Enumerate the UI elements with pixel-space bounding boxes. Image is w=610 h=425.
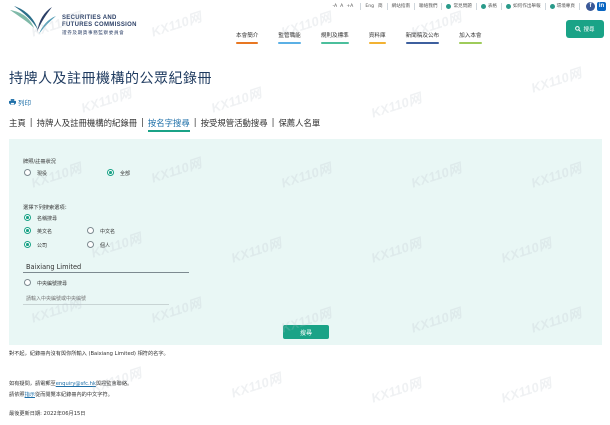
header-search-button[interactable]: 搜尋 — [566, 20, 604, 38]
search-by-ce-label: 中央編號搜尋 — [37, 281, 68, 287]
subnav-separator: | — [141, 117, 144, 127]
leaf-icon — [549, 3, 555, 9]
lang-chinese-label: 中文名 — [100, 229, 116, 235]
subnav-separator: | — [193, 117, 197, 127]
watermark: KX110网 — [209, 85, 264, 116]
search-icon — [575, 26, 582, 32]
linkedin-icon[interactable]: in — [597, 1, 606, 11]
util-link-faq[interactable]: 常見問題 — [441, 2, 475, 10]
font-normal-button[interactable]: A — [340, 4, 343, 9]
search-by-name-radio[interactable] — [24, 214, 31, 221]
facebook-icon[interactable]: f — [586, 1, 595, 11]
guide-suffix: 從而閱覽本紀錄冊內的中文字符。 — [34, 392, 113, 398]
search-by-ce-radio[interactable] — [24, 279, 31, 286]
site-header: SECURITIES AND FUTURES COMMISSION 證券及期貨事… — [0, 0, 610, 46]
language-switch: Eng 简 — [360, 2, 386, 10]
nav-regulatory-functions[interactable]: 監管職能 — [278, 31, 302, 44]
logo-text-en-1: SECURITIES AND — [62, 15, 117, 21]
print-label: 列印 — [18, 99, 31, 107]
nav-careers[interactable]: 加入本會 — [459, 31, 482, 44]
lang-english-label: 英文名 — [37, 229, 53, 235]
lang-english-radio[interactable] — [24, 227, 31, 234]
util-link-contact[interactable]: 聯絡我們 — [414, 2, 441, 10]
subnav-search-by-name[interactable]: 按名字搜尋 — [147, 117, 190, 132]
type-individual-label: 個人 — [100, 243, 111, 249]
utility-bar: -A A +A Eng 简 網站指南 聯絡我們 常見問題 表格 如何作出舉報 環… — [328, 0, 606, 12]
no-result-message: 對不起，紀錄冊內沒有與你所輸入 (Baixiang Limited) 相符的名字… — [9, 351, 169, 357]
watermark: KX110网 — [369, 90, 424, 121]
util-link-faq-label: 常見問題 — [453, 4, 472, 9]
subnav-sponsors-list[interactable]: 保薦人名單 — [278, 117, 320, 132]
subnav-separator: | — [271, 117, 275, 127]
status-active-radio[interactable] — [24, 169, 31, 176]
watermark: KX110网 — [529, 65, 584, 96]
watermark: KX110网 — [499, 375, 554, 406]
type-company-radio[interactable] — [24, 241, 31, 248]
contact-note: 如有疑問，請電郵至enquiry@sfc.hk與證監會聯絡。 — [9, 380, 132, 387]
status-all-radio[interactable] — [107, 169, 114, 176]
ce-number-input[interactable] — [23, 294, 169, 305]
subnav-home[interactable]: 主頁 — [9, 117, 26, 132]
question-icon — [446, 3, 452, 9]
subnav-search-by-activity[interactable]: 按受規管活動搜尋 — [201, 117, 268, 132]
last-updated: 最後更新日期: 2022年06月15日 — [9, 411, 86, 417]
util-link-environment-label: 環境專頁 — [556, 4, 575, 9]
guide-note: 請依照指示從而閱覽本紀錄冊內的中文字符。 — [9, 391, 113, 398]
breadcrumb-tabs: 主頁 | 持牌人及註冊機構的紀錄冊 | 按名字搜尋 | 按受規管活動搜尋 | 保… — [9, 117, 320, 132]
util-link-environment[interactable]: 環境專頁 — [544, 2, 579, 10]
printer-icon — [9, 99, 16, 105]
main-nav: 本會簡介 監管職能 規則及標準 資料庫 新聞稿及公布 加入本會 — [236, 31, 502, 44]
font-size-controls: -A A +A — [328, 3, 360, 10]
util-link-forms[interactable]: 表格 — [475, 2, 501, 10]
social-links: f in — [579, 1, 606, 11]
nav-about[interactable]: 本會簡介 — [236, 31, 259, 44]
header-search-label: 搜尋 — [583, 27, 595, 33]
print-button[interactable]: 列印 — [9, 97, 31, 107]
lang-chinese-radio[interactable] — [87, 227, 94, 234]
type-company-label: 公司 — [37, 243, 48, 249]
name-search-input[interactable] — [23, 262, 189, 273]
submit-search-button[interactable]: 搜尋 — [283, 325, 329, 339]
contact-prefix: 如有疑問，請電郵至 — [9, 381, 56, 387]
util-link-sitemap[interactable]: 網站指南 — [386, 2, 414, 10]
subnav-separator: | — [29, 117, 33, 127]
lang-english-link[interactable]: Eng — [365, 4, 374, 9]
search-form-panel: 牌照/註冊狀況 現役 全部 選擇下列搜索選項： 名稱搜尋 英文名 中文名 公司 … — [9, 139, 602, 345]
megaphone-icon — [506, 3, 512, 9]
nav-rules-standards[interactable]: 規則及標準 — [320, 31, 349, 44]
criteria-label: 選擇下列搜索選項： — [23, 205, 70, 211]
font-larger-button[interactable]: +A — [346, 4, 353, 9]
lang-simplified-link[interactable]: 简 — [378, 3, 383, 9]
util-link-report-label: 如何作出舉報 — [513, 4, 541, 9]
status-all-label: 全部 — [120, 171, 131, 177]
subnav-register[interactable]: 持牌人及註冊機構的紀錄冊 — [37, 117, 138, 132]
guide-prefix: 請依照 — [9, 392, 25, 398]
watermark: KX110网 — [229, 370, 284, 401]
type-individual-radio[interactable] — [87, 241, 94, 248]
sfc-logo[interactable] — [8, 4, 58, 38]
download-icon — [480, 3, 486, 9]
nav-databases[interactable]: 資料庫 — [368, 31, 386, 44]
search-by-name-label: 名稱搜尋 — [37, 216, 58, 222]
guide-link[interactable]: 指示 — [25, 392, 35, 398]
logo-text-en-2: FUTURES COMMISSION — [62, 22, 137, 28]
watermark: KX110网 — [369, 375, 424, 406]
contact-suffix: 與證監會聯絡。 — [95, 381, 133, 387]
nav-news[interactable]: 新聞稿及公布 — [405, 31, 439, 44]
font-smaller-button[interactable]: -A — [332, 4, 337, 9]
util-link-forms-label: 表格 — [487, 4, 498, 9]
page-title: 持牌人及註冊機構的公眾紀錄冊 — [9, 71, 212, 87]
status-label: 牌照/註冊狀況 — [23, 159, 56, 165]
contact-email-link[interactable]: enquiry@sfc.hk — [56, 381, 96, 387]
logo-text-cn: 證券及期貨事務監察委員會 — [62, 30, 125, 35]
status-active-label: 現役 — [37, 171, 48, 177]
util-link-report[interactable]: 如何作出舉報 — [501, 2, 545, 10]
